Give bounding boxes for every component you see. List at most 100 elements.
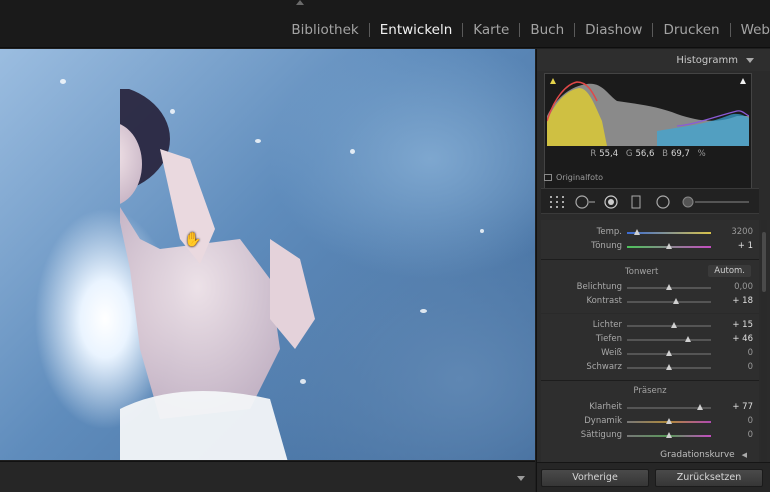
slider-blacks[interactable]: Schwarz 0 (541, 361, 759, 375)
module-bibliothek[interactable]: Bibliothek (281, 22, 368, 38)
collapse-triangle-icon (746, 57, 754, 63)
slider-contrast[interactable]: Kontrast + 18 (541, 295, 759, 309)
slider-saturation[interactable]: Sättigung 0 (541, 429, 759, 443)
module-bar: Bibliothek Entwickeln Karte Buch Diashow… (0, 0, 770, 48)
slider-temp[interactable]: Temp. 3200 (541, 226, 759, 240)
slider-thumb[interactable] (684, 336, 691, 342)
slider-thumb[interactable] (665, 364, 672, 370)
slider-exposure[interactable]: Belichtung 0,00 (541, 281, 759, 295)
slider-label: Klarheit (589, 402, 622, 412)
slider-value[interactable]: 3200 (731, 227, 753, 237)
module-karte[interactable]: Karte (463, 22, 519, 38)
slider-value[interactable]: 0 (748, 416, 753, 426)
scrollbar-thumb[interactable] (762, 232, 766, 292)
slider-thumb[interactable] (673, 298, 680, 304)
slider-whites[interactable]: Weiß 0 (541, 347, 759, 361)
slider-label: Kontrast (586, 296, 622, 306)
slider-thumb[interactable] (665, 432, 672, 438)
tone-curve-title: Gradationskurve (660, 450, 735, 460)
slider-value[interactable]: + 15 (732, 320, 753, 330)
histogram-graph (547, 76, 749, 146)
graduated-filter-icon[interactable] (631, 195, 641, 209)
r-value: 55,4 (599, 149, 619, 159)
g-value: 56,6 (635, 149, 655, 159)
slider-track[interactable] (627, 301, 711, 303)
slider-label: Tiefen (595, 334, 622, 344)
rgb-readout: R 55,4 G 56,6 B 69,7 % (545, 149, 751, 159)
checkbox-icon[interactable] (544, 174, 552, 181)
slider-value[interactable]: 0,00 (734, 282, 753, 292)
slider-thumb[interactable] (697, 404, 704, 410)
original-photo-toggle[interactable]: Originalfoto (544, 173, 603, 182)
snowflake (60, 79, 66, 84)
previous-button[interactable]: Vorherige (541, 469, 649, 487)
slider-label: Sättigung (580, 430, 622, 440)
r-label: R (590, 149, 597, 159)
slider-value[interactable]: + 46 (732, 334, 753, 344)
collapse-top-panel-icon[interactable] (296, 0, 304, 5)
original-photo-label: Originalfoto (556, 173, 604, 182)
adjustment-brush-icon[interactable] (681, 195, 751, 209)
slider-vibrance[interactable]: Dynamik 0 (541, 415, 759, 429)
divider (541, 259, 759, 260)
snowflake (300, 379, 306, 384)
slider-thumb[interactable] (665, 243, 672, 249)
slider-value[interactable]: 0 (748, 362, 753, 372)
b-label: B (662, 149, 668, 159)
radial-filter-icon[interactable] (655, 195, 671, 209)
slider-shadows[interactable]: Tiefen + 46 (541, 333, 759, 347)
slider-label: Schwarz (586, 362, 622, 372)
auto-tone-button[interactable]: Autom. (708, 265, 751, 277)
photo-preview[interactable]: ✋ (0, 49, 535, 460)
reset-button[interactable]: Zurücksetzen (655, 469, 763, 487)
module-entwickeln[interactable]: Entwickeln (370, 22, 463, 38)
slider-tint[interactable]: Tönung + 1 (541, 240, 759, 254)
slider-thumb[interactable] (665, 418, 672, 424)
slider-track[interactable] (627, 232, 711, 234)
module-diashow[interactable]: Diashow (575, 22, 652, 38)
collapse-triangle-icon: ◀ (741, 451, 747, 459)
slider-value[interactable]: 0 (748, 348, 753, 358)
slider-value[interactable]: + 18 (732, 296, 753, 306)
crop-overlay-icon[interactable] (549, 195, 565, 209)
slider-track[interactable] (627, 339, 711, 341)
slider-thumb[interactable] (671, 322, 678, 328)
snowflake (350, 149, 355, 154)
toolbar (0, 461, 535, 492)
slider-track[interactable] (627, 325, 711, 327)
tool-strip (541, 188, 759, 214)
divider (541, 380, 759, 381)
snowflake (255, 139, 261, 143)
module-picker: Bibliothek Entwickeln Karte Buch Diashow… (281, 22, 770, 38)
slider-clarity[interactable]: Klarheit + 77 (541, 401, 759, 415)
panel-scrollbar[interactable] (761, 220, 767, 492)
red-eye-icon[interactable] (603, 195, 619, 209)
slider-thumb[interactable] (665, 350, 672, 356)
histogram-header[interactable]: Histogramm (537, 49, 770, 71)
hand-cursor-icon: ✋ (184, 232, 202, 248)
slider-thumb[interactable] (633, 229, 640, 235)
snowflake (480, 229, 484, 233)
slider-label: Belichtung (576, 282, 622, 292)
toolbar-menu-icon[interactable] (517, 476, 525, 481)
slider-value[interactable]: + 1 (738, 241, 753, 251)
slider-thumb[interactable] (665, 284, 672, 290)
slider-highlights[interactable]: Lichter + 15 (541, 319, 759, 333)
slider-label: Dynamik (584, 416, 622, 426)
module-buch[interactable]: Buch (520, 22, 574, 38)
spot-removal-icon[interactable] (575, 195, 597, 209)
module-web[interactable]: Web (731, 22, 770, 38)
snowflake (170, 109, 175, 114)
presence-section-title: Präsenz (633, 386, 667, 396)
slider-label: Weiß (601, 348, 622, 358)
slider-value[interactable]: 0 (748, 430, 753, 440)
snowflake (420, 309, 427, 313)
model-figure (120, 89, 315, 460)
b-value: 69,7 (670, 149, 690, 159)
slider-value[interactable]: + 77 (732, 402, 753, 412)
module-drucken[interactable]: Drucken (653, 22, 729, 38)
slider-label: Temp. (596, 227, 622, 237)
slider-label: Lichter (592, 320, 622, 330)
tone-curve-header[interactable]: Gradationskurve ◀ (541, 450, 759, 462)
rgb-unit: % (697, 149, 706, 159)
